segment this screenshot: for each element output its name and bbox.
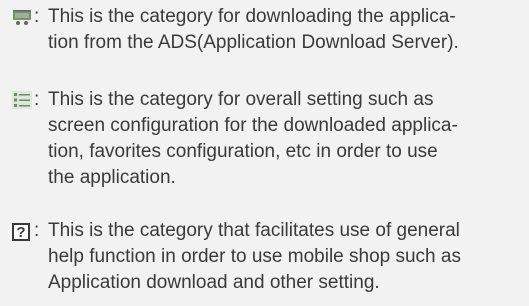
menu-list-icon bbox=[12, 87, 34, 113]
entry-first-line: : This is the category for overall setti… bbox=[12, 87, 517, 113]
colon: : bbox=[34, 220, 40, 241]
document-page: : This is the category for downloading t… bbox=[0, 0, 529, 306]
entry-text-line: the application. bbox=[48, 167, 176, 188]
entry-first-line: : This is the category for downloading t… bbox=[12, 4, 517, 30]
entry-text-line: This is the category for downloading the… bbox=[48, 6, 456, 27]
entry-text: This is the category that facilitates us… bbox=[48, 218, 517, 244]
shopping-cart-icon bbox=[12, 4, 34, 30]
category-entry-settings: : This is the category for overall setti… bbox=[12, 87, 517, 191]
colon: : bbox=[34, 6, 40, 27]
colon: : bbox=[34, 89, 40, 110]
help-icon: ? bbox=[12, 223, 30, 241]
entry-text-line: This is the category that facilitates us… bbox=[48, 220, 460, 241]
entry-text-line: tion from the ADS(Application Download S… bbox=[48, 32, 459, 53]
entry-text-line: tion, favorites configuration, etc in or… bbox=[48, 141, 438, 162]
entry-text-line: help function in order to use mobile sho… bbox=[48, 246, 461, 267]
category-entry-help: ? : This is the category that facilitate… bbox=[12, 218, 517, 296]
entry-text-line: Application download and other setting. bbox=[48, 272, 380, 293]
entry-first-line: ? : This is the category that facilitate… bbox=[12, 218, 517, 244]
entry-text-line: screen configuration for the downloaded … bbox=[48, 115, 458, 136]
entry-text: This is the category for overall setting… bbox=[48, 87, 517, 113]
help-icon-wrap: ? bbox=[12, 218, 34, 244]
entry-text: This is the category for downloading the… bbox=[48, 4, 517, 30]
category-entry-download: : This is the category for downloading t… bbox=[12, 4, 517, 56]
entry-text-line: This is the category for overall setting… bbox=[48, 89, 434, 110]
